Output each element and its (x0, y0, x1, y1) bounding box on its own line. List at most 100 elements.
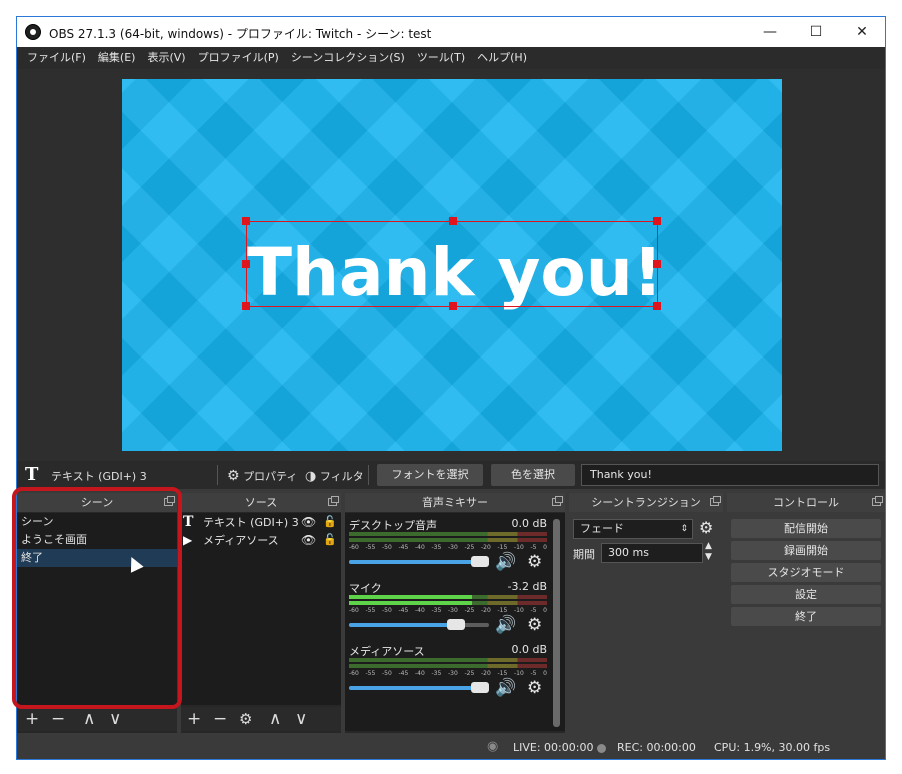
menu-help[interactable]: ヘルプ(H) (473, 47, 535, 69)
start-streaming-button[interactable]: 配信開始 (731, 519, 881, 538)
speaker-icon[interactable]: 🔊 (495, 615, 516, 635)
mixer-scrollbar[interactable] (553, 519, 560, 727)
transition-settings-gear-icon[interactable]: ⚙ (699, 518, 713, 537)
lock-icon[interactable]: 🔓 (323, 513, 337, 531)
menu-profile[interactable]: プロファイル(P) (194, 47, 287, 69)
select-color-button[interactable]: 色を選択 (491, 464, 575, 486)
text-input[interactable]: Thank you! (581, 464, 879, 486)
select-font-button[interactable]: フォントを選択 (377, 464, 483, 486)
resize-handle-bc[interactable] (449, 302, 457, 310)
meter-tick-label: -20 (481, 607, 491, 614)
rec-status: REC: 00:00:00 (617, 741, 696, 754)
source-item[interactable]: ▶ メディアソース 👁 🔓 (181, 531, 341, 549)
minimize-button[interactable]: — (747, 17, 793, 47)
duration-spin-icon[interactable]: ▲ ▼ (705, 541, 712, 563)
undock-icon[interactable] (710, 496, 721, 506)
source-properties-button[interactable]: ⚙ (239, 708, 252, 730)
sources-footer: + − ⚙ ∧ ∨ (181, 707, 341, 731)
selection-box[interactable] (242, 217, 661, 310)
transition-select[interactable]: フェード ⇕ (573, 519, 693, 539)
gear-icon[interactable]: ⚙ (527, 552, 542, 572)
eye-icon[interactable]: 👁 (301, 513, 316, 531)
start-recording-button[interactable]: 録画開始 (731, 541, 881, 560)
lock-icon[interactable]: 🔓 (323, 531, 337, 549)
channel-db: 0.0 dB (511, 643, 547, 656)
volume-slider-knob[interactable] (471, 682, 489, 693)
speaker-icon[interactable]: 🔊 (495, 678, 516, 698)
menu-edit[interactable]: 編集(E) (94, 47, 144, 69)
add-source-button[interactable]: + (187, 708, 201, 730)
level-meter (349, 664, 547, 668)
meter-tick-label: -10 (514, 670, 524, 677)
exit-button[interactable]: 終了 (731, 607, 881, 626)
volume-slider-fill (349, 560, 480, 564)
properties-button[interactable]: ⚙ プロパティ (227, 468, 297, 484)
menu-tools[interactable]: ツール(T) (413, 47, 473, 69)
menu-file[interactable]: ファイル(F) (23, 47, 94, 69)
resize-handle-tl[interactable] (242, 217, 250, 225)
preview-canvas[interactable]: Thank you! (122, 79, 782, 451)
status-bar: ◉ LIVE: 00:00:00 REC: 00:00:00 CPU: 1.9%… (17, 735, 885, 759)
volume-slider[interactable] (349, 619, 489, 630)
eye-icon[interactable]: 👁 (301, 531, 316, 549)
meter-tick-label: -50 (382, 544, 392, 551)
close-button[interactable]: ✕ (839, 17, 885, 47)
resize-handle-ml[interactable] (242, 260, 250, 268)
add-scene-button[interactable]: + (25, 708, 39, 730)
maximize-button[interactable]: ☐ (793, 17, 839, 47)
undock-icon[interactable] (552, 496, 563, 506)
level-meter (349, 658, 547, 662)
settings-button[interactable]: 設定 (731, 585, 881, 604)
source-item[interactable]: T テキスト (GDI+) 3 👁 🔓 (181, 513, 341, 531)
level-meter-fill (349, 595, 472, 599)
move-source-up-button[interactable]: ∧ (269, 708, 281, 730)
meter-tick-label: -15 (497, 670, 508, 677)
remove-source-button[interactable]: − (213, 708, 227, 730)
volume-slider[interactable] (349, 556, 489, 567)
resize-handle-mr[interactable] (653, 260, 661, 268)
speaker-icon[interactable]: 🔊 (495, 552, 516, 572)
undock-icon[interactable] (872, 496, 883, 506)
toolbar-divider (368, 465, 369, 485)
move-source-down-button[interactable]: ∨ (295, 708, 307, 730)
volume-slider-knob[interactable] (471, 556, 489, 567)
duration-input[interactable]: 300 ms (601, 543, 703, 563)
gear-icon[interactable]: ⚙ (527, 678, 542, 698)
volume-slider-knob[interactable] (447, 619, 465, 630)
meter-tick-label: -20 (481, 544, 491, 551)
controls-title: コントロール (773, 496, 839, 509)
meter-tick-label: -45 (398, 544, 409, 551)
undock-icon[interactable] (328, 496, 339, 506)
studio-mode-button[interactable]: スタジオモード (731, 563, 881, 582)
media-source-icon: ▶ (183, 533, 193, 547)
resize-handle-tr[interactable] (653, 217, 661, 225)
menu-view[interactable]: 表示(V) (143, 47, 193, 69)
meter-tick-label: -60 (349, 607, 359, 614)
move-scene-down-button[interactable]: ∨ (109, 708, 121, 730)
level-meter (349, 595, 547, 599)
resize-handle-tc[interactable] (449, 217, 457, 225)
meter-tick-label: -25 (464, 544, 475, 551)
menu-scene-collection[interactable]: シーンコレクション(S) (287, 47, 413, 69)
updown-icon: ⇕ (680, 524, 688, 534)
meter-tick-label: -45 (398, 607, 409, 614)
resize-handle-bl[interactable] (242, 302, 250, 310)
sources-header: ソース (181, 493, 341, 512)
resize-handle-br[interactable] (653, 302, 661, 310)
live-status: LIVE: 00:00:00 (513, 741, 594, 754)
remove-scene-button[interactable]: − (51, 708, 65, 730)
meter-tick-label: 0 (543, 544, 547, 551)
meter-tick-label: 0 (543, 607, 547, 614)
meter-tick-label: -5 (530, 607, 537, 614)
gear-icon[interactable]: ⚙ (527, 615, 542, 635)
scenes-footer: + − ∧ ∨ (17, 707, 177, 731)
channel-name: デスクトップ音声 (349, 519, 437, 532)
channel-name: メディアソース (349, 645, 425, 658)
meter-tick-label: 0 (543, 670, 547, 677)
filters-button[interactable]: ◑ フィルタ (305, 468, 364, 484)
gear-icon: ⚙ (227, 468, 240, 484)
volume-slider[interactable] (349, 682, 489, 693)
volume-slider-fill (349, 623, 456, 627)
meter-tick-label: -50 (382, 670, 392, 677)
move-scene-up-button[interactable]: ∧ (83, 708, 95, 730)
